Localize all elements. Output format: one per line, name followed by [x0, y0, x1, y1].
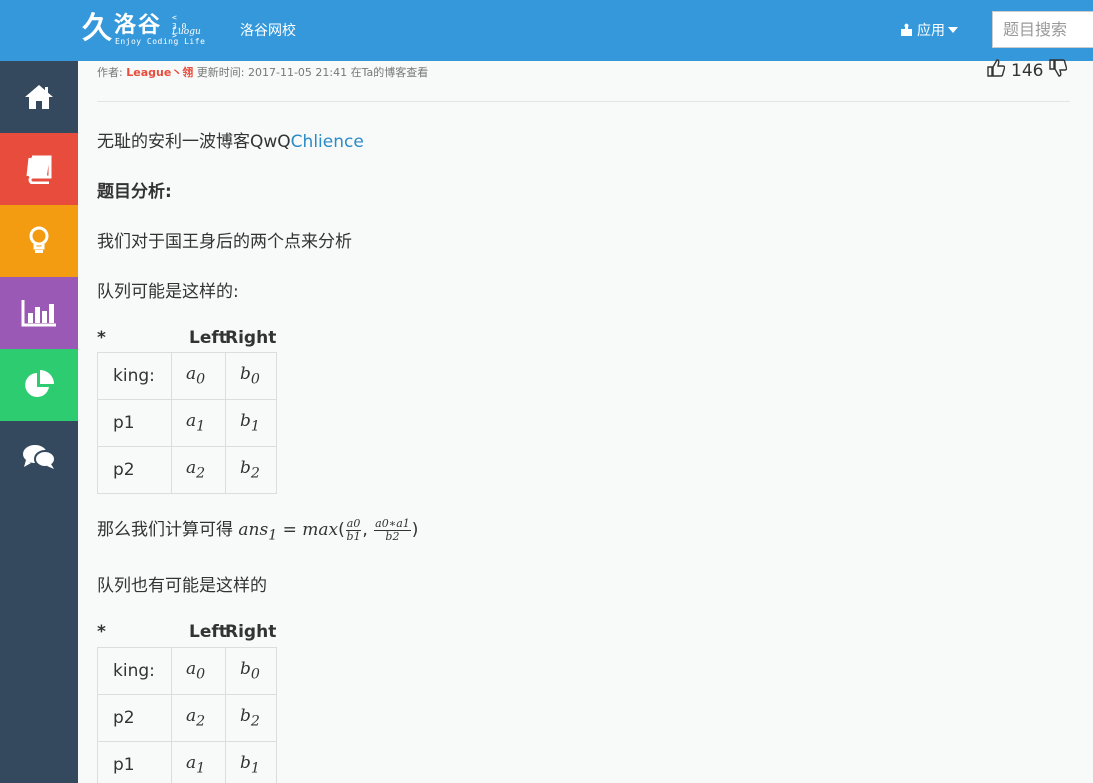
sidebar	[0, 61, 78, 783]
formula-eq: =	[282, 520, 297, 540]
nav-link-school[interactable]: 洛谷网校	[240, 20, 296, 40]
table-cell-right: b1	[225, 741, 277, 783]
table-row: p1 a1 b1	[97, 741, 277, 783]
table2-header-star: *	[97, 622, 106, 642]
formula-prefix: 那么我们计算可得	[97, 520, 233, 540]
author-prefix: 作者:	[97, 66, 123, 79]
vote-widget: 146	[987, 59, 1068, 82]
author-link[interactable]: League丶翎	[126, 66, 193, 79]
logo-slogan: Enjoy Coding Life	[115, 37, 206, 46]
table-cell-left: a2	[171, 446, 226, 494]
formula-lhs: ans	[238, 520, 269, 540]
fraction-1: a0 b1	[345, 516, 362, 543]
logo-english: Luogu	[172, 27, 201, 37]
paragraph-1: 我们对于国王身后的两个点来分析	[97, 232, 352, 252]
table-2: king: a0 b0 p2 a2 b2 p1 a1 b1	[97, 647, 277, 783]
caret-down-icon	[948, 27, 958, 33]
pie-chart-icon	[23, 369, 55, 401]
table-cell-right: b1	[225, 399, 277, 447]
table-cell-right: b2	[225, 446, 277, 494]
formula-fn: max	[302, 520, 339, 540]
home-icon	[24, 84, 54, 110]
table1-header-star: *	[97, 328, 106, 348]
table1-header: * Left Right	[97, 328, 277, 350]
table-cell-label: p1	[97, 741, 172, 783]
paragraph-4: 队列也有可能是这样的	[97, 576, 267, 596]
intro-text: 无耻的安利一波博客QwQ	[97, 132, 291, 152]
table-cell-label: king:	[97, 352, 172, 400]
table-row: p2 a2 b2	[97, 446, 277, 494]
table-cell-left: a0	[171, 647, 226, 695]
table-cell-left: a0	[171, 352, 226, 400]
table-cell-label: p1	[97, 399, 172, 447]
table-row: p2 a2 b2	[97, 694, 277, 742]
table-cell-left: a1	[171, 741, 226, 783]
table1-header-right: Right	[225, 328, 277, 348]
table-cell-right: b0	[225, 352, 277, 400]
post-meta: 作者: League丶翎 更新时间: 2017-11-05 21:41 在Ta的…	[97, 64, 428, 80]
updated-time: 2017-11-05 21:41	[248, 66, 348, 79]
chat-icon	[22, 443, 56, 471]
table-row: king: a0 b0	[97, 352, 277, 400]
intro-paragraph: 无耻的安利一波博客QwQChlience	[97, 127, 364, 152]
sidebar-item-ranking[interactable]	[0, 349, 78, 421]
table-row: p1 a1 b1	[97, 399, 277, 447]
puzzle-icon	[900, 23, 914, 37]
top-navbar: 久 洛谷 < 3.0 > Luogu Enjoy Coding Life 洛谷网…	[0, 0, 1093, 61]
fraction-2: a0∗a1 b2	[374, 516, 411, 543]
table2-header-left: Left	[189, 622, 227, 642]
analysis-heading: 题目分析:	[97, 182, 172, 202]
updated-label: 更新时间:	[196, 66, 245, 79]
book-icon	[24, 154, 54, 184]
paragraph-2: 队列可能是这样的:	[97, 282, 239, 302]
table-cell-right: b0	[225, 647, 277, 695]
apps-menu-label: 应用	[917, 23, 945, 39]
formula-paragraph: 那么我们计算可得 ans1 = max(a0 b1, a0∗a1 b2)	[97, 516, 419, 544]
sidebar-item-contests[interactable]	[0, 205, 78, 277]
sidebar-item-problems[interactable]	[0, 133, 78, 205]
table-cell-left: a2	[171, 694, 226, 742]
table-cell-label: p2	[97, 694, 172, 742]
divider	[97, 101, 1070, 102]
like-count: 146	[1011, 60, 1044, 81]
apps-menu-button[interactable]: 应用	[900, 20, 958, 40]
thumbs-down-icon[interactable]	[1049, 59, 1068, 82]
table-1: king: a0 b0 p1 a1 b1 p2 a2 b2	[97, 352, 277, 494]
table-cell-right: b2	[225, 694, 277, 742]
table-row: king: a0 b0	[97, 647, 277, 695]
chlience-link[interactable]: Chlience	[291, 132, 364, 152]
problem-search-input[interactable]	[992, 11, 1093, 48]
sidebar-item-home[interactable]	[0, 61, 78, 133]
table2-header-right: Right	[225, 622, 277, 642]
lightbulb-icon	[28, 226, 50, 256]
luogu-logo[interactable]: 久 洛谷 < 3.0 > Luogu Enjoy Coding Life	[82, 11, 205, 51]
thumbs-up-icon[interactable]	[987, 59, 1006, 82]
sidebar-item-discuss[interactable]	[0, 421, 78, 493]
table1-header-left: Left	[189, 328, 227, 348]
bar-chart-icon	[21, 299, 57, 327]
table-cell-label: king:	[97, 647, 172, 695]
blog-link[interactable]: 在Ta的博客查看	[351, 66, 429, 79]
sidebar-item-records[interactable]	[0, 277, 78, 349]
table-cell-label: p2	[97, 446, 172, 494]
table2-header: * Left Right	[97, 622, 277, 644]
formula-lhs-sub: 1	[268, 527, 278, 544]
logo-mark: 久	[82, 11, 112, 46]
table-cell-left: a1	[171, 399, 226, 447]
